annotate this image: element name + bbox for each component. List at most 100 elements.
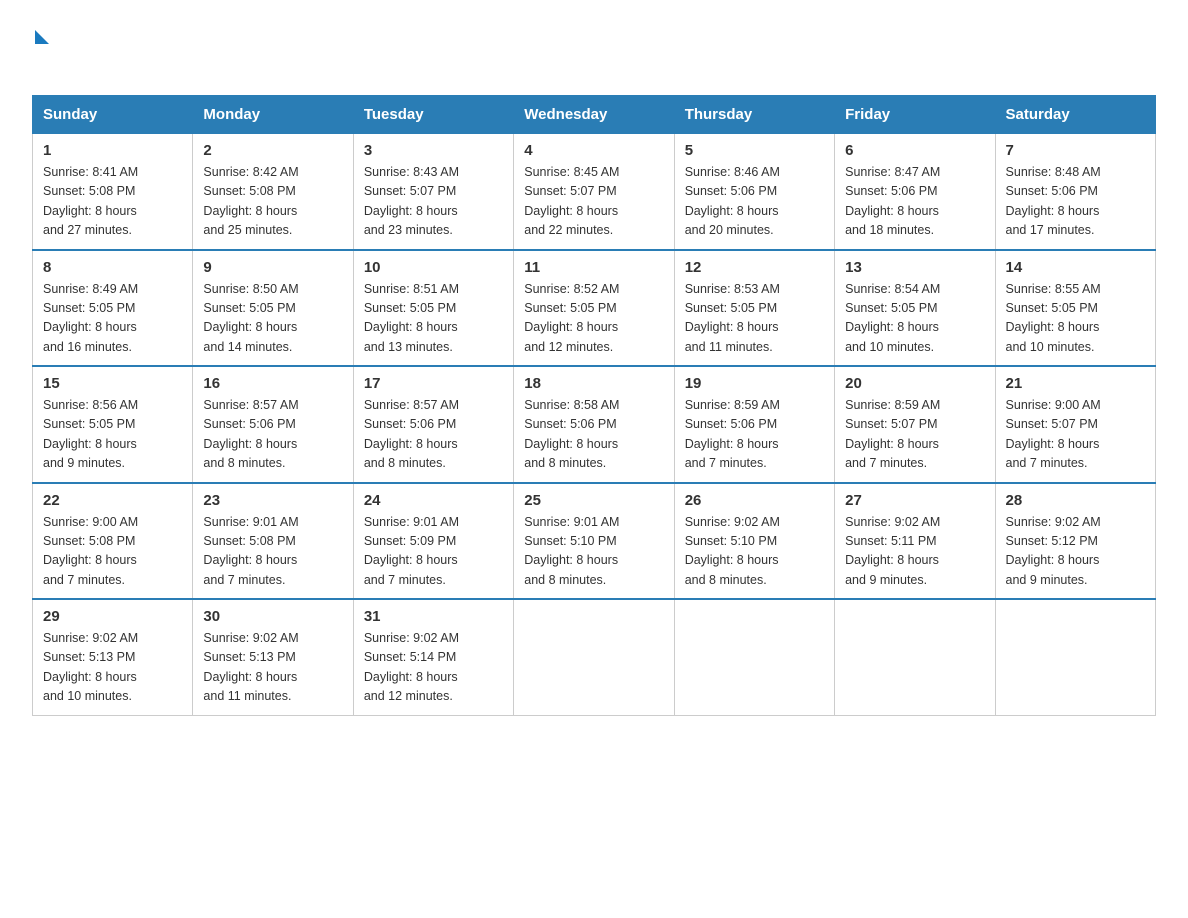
day-info: Sunrise: 8:41 AMSunset: 5:08 PMDaylight:… <box>43 165 138 237</box>
calendar-week-row: 1 Sunrise: 8:41 AMSunset: 5:08 PMDayligh… <box>33 134 1156 250</box>
calendar-cell: 4 Sunrise: 8:45 AMSunset: 5:07 PMDayligh… <box>514 134 674 250</box>
calendar-cell: 13 Sunrise: 8:54 AMSunset: 5:05 PMDaylig… <box>835 250 995 367</box>
day-info: Sunrise: 8:51 AMSunset: 5:05 PMDaylight:… <box>364 282 459 354</box>
day-info: Sunrise: 9:02 AMSunset: 5:10 PMDaylight:… <box>685 515 780 587</box>
header-friday: Friday <box>835 96 995 134</box>
day-number: 1 <box>43 142 182 159</box>
day-number: 24 <box>364 492 503 509</box>
calendar-cell: 22 Sunrise: 9:00 AMSunset: 5:08 PMDaylig… <box>33 483 193 600</box>
calendar-cell: 11 Sunrise: 8:52 AMSunset: 5:05 PMDaylig… <box>514 250 674 367</box>
calendar-cell: 19 Sunrise: 8:59 AMSunset: 5:06 PMDaylig… <box>674 366 834 483</box>
header-saturday: Saturday <box>995 96 1155 134</box>
day-info: Sunrise: 8:54 AMSunset: 5:05 PMDaylight:… <box>845 282 940 354</box>
calendar-cell: 16 Sunrise: 8:57 AMSunset: 5:06 PMDaylig… <box>193 366 353 483</box>
calendar-cell <box>674 599 834 715</box>
calendar-cell: 2 Sunrise: 8:42 AMSunset: 5:08 PMDayligh… <box>193 134 353 250</box>
day-number: 7 <box>1006 142 1145 159</box>
calendar-cell: 6 Sunrise: 8:47 AMSunset: 5:06 PMDayligh… <box>835 134 995 250</box>
day-info: Sunrise: 8:59 AMSunset: 5:06 PMDaylight:… <box>685 398 780 470</box>
calendar-cell: 15 Sunrise: 8:56 AMSunset: 5:05 PMDaylig… <box>33 366 193 483</box>
day-info: Sunrise: 9:00 AMSunset: 5:07 PMDaylight:… <box>1006 398 1101 470</box>
day-info: Sunrise: 9:02 AMSunset: 5:13 PMDaylight:… <box>203 631 298 703</box>
calendar-table: SundayMondayTuesdayWednesdayThursdayFrid… <box>32 95 1156 716</box>
logo-triangle-icon <box>35 30 49 44</box>
day-number: 17 <box>364 375 503 392</box>
day-number: 8 <box>43 259 182 276</box>
day-number: 9 <box>203 259 342 276</box>
calendar-cell: 25 Sunrise: 9:01 AMSunset: 5:10 PMDaylig… <box>514 483 674 600</box>
day-number: 12 <box>685 259 824 276</box>
calendar-cell: 8 Sunrise: 8:49 AMSunset: 5:05 PMDayligh… <box>33 250 193 367</box>
calendar-cell: 18 Sunrise: 8:58 AMSunset: 5:06 PMDaylig… <box>514 366 674 483</box>
calendar-cell <box>835 599 995 715</box>
day-number: 13 <box>845 259 984 276</box>
header-monday: Monday <box>193 96 353 134</box>
day-number: 3 <box>364 142 503 159</box>
calendar-cell <box>514 599 674 715</box>
page-header <box>32 24 1156 75</box>
header-wednesday: Wednesday <box>514 96 674 134</box>
calendar-week-row: 22 Sunrise: 9:00 AMSunset: 5:08 PMDaylig… <box>33 483 1156 600</box>
day-info: Sunrise: 9:02 AMSunset: 5:14 PMDaylight:… <box>364 631 459 703</box>
day-info: Sunrise: 8:58 AMSunset: 5:06 PMDaylight:… <box>524 398 619 470</box>
day-info: Sunrise: 8:59 AMSunset: 5:07 PMDaylight:… <box>845 398 940 470</box>
day-info: Sunrise: 8:47 AMSunset: 5:06 PMDaylight:… <box>845 165 940 237</box>
calendar-week-row: 8 Sunrise: 8:49 AMSunset: 5:05 PMDayligh… <box>33 250 1156 367</box>
day-info: Sunrise: 8:46 AMSunset: 5:06 PMDaylight:… <box>685 165 780 237</box>
calendar-week-row: 15 Sunrise: 8:56 AMSunset: 5:05 PMDaylig… <box>33 366 1156 483</box>
calendar-cell: 14 Sunrise: 8:55 AMSunset: 5:05 PMDaylig… <box>995 250 1155 367</box>
calendar-cell: 20 Sunrise: 8:59 AMSunset: 5:07 PMDaylig… <box>835 366 995 483</box>
day-number: 4 <box>524 142 663 159</box>
day-number: 2 <box>203 142 342 159</box>
calendar-cell: 5 Sunrise: 8:46 AMSunset: 5:06 PMDayligh… <box>674 134 834 250</box>
day-info: Sunrise: 8:56 AMSunset: 5:05 PMDaylight:… <box>43 398 138 470</box>
day-info: Sunrise: 9:00 AMSunset: 5:08 PMDaylight:… <box>43 515 138 587</box>
day-info: Sunrise: 8:42 AMSunset: 5:08 PMDaylight:… <box>203 165 298 237</box>
calendar-cell: 7 Sunrise: 8:48 AMSunset: 5:06 PMDayligh… <box>995 134 1155 250</box>
day-info: Sunrise: 9:01 AMSunset: 5:09 PMDaylight:… <box>364 515 459 587</box>
day-info: Sunrise: 8:55 AMSunset: 5:05 PMDaylight:… <box>1006 282 1101 354</box>
day-info: Sunrise: 9:01 AMSunset: 5:08 PMDaylight:… <box>203 515 298 587</box>
day-info: Sunrise: 9:02 AMSunset: 5:12 PMDaylight:… <box>1006 515 1101 587</box>
calendar-cell: 17 Sunrise: 8:57 AMSunset: 5:06 PMDaylig… <box>353 366 513 483</box>
day-number: 31 <box>364 608 503 625</box>
day-number: 5 <box>685 142 824 159</box>
day-info: Sunrise: 8:53 AMSunset: 5:05 PMDaylight:… <box>685 282 780 354</box>
day-number: 26 <box>685 492 824 509</box>
day-number: 29 <box>43 608 182 625</box>
day-number: 10 <box>364 259 503 276</box>
header-thursday: Thursday <box>674 96 834 134</box>
calendar-cell: 12 Sunrise: 8:53 AMSunset: 5:05 PMDaylig… <box>674 250 834 367</box>
day-number: 22 <box>43 492 182 509</box>
day-number: 20 <box>845 375 984 392</box>
calendar-cell: 1 Sunrise: 8:41 AMSunset: 5:08 PMDayligh… <box>33 134 193 250</box>
header-tuesday: Tuesday <box>353 96 513 134</box>
day-info: Sunrise: 8:57 AMSunset: 5:06 PMDaylight:… <box>203 398 298 470</box>
day-info: Sunrise: 8:50 AMSunset: 5:05 PMDaylight:… <box>203 282 298 354</box>
calendar-cell: 27 Sunrise: 9:02 AMSunset: 5:11 PMDaylig… <box>835 483 995 600</box>
day-number: 18 <box>524 375 663 392</box>
day-number: 15 <box>43 375 182 392</box>
calendar-cell: 21 Sunrise: 9:00 AMSunset: 5:07 PMDaylig… <box>995 366 1155 483</box>
calendar-cell <box>995 599 1155 715</box>
day-number: 16 <box>203 375 342 392</box>
day-info: Sunrise: 8:49 AMSunset: 5:05 PMDaylight:… <box>43 282 138 354</box>
day-info: Sunrise: 8:57 AMSunset: 5:06 PMDaylight:… <box>364 398 459 470</box>
calendar-week-row: 29 Sunrise: 9:02 AMSunset: 5:13 PMDaylig… <box>33 599 1156 715</box>
day-info: Sunrise: 9:02 AMSunset: 5:11 PMDaylight:… <box>845 515 940 587</box>
day-info: Sunrise: 8:45 AMSunset: 5:07 PMDaylight:… <box>524 165 619 237</box>
calendar-cell: 29 Sunrise: 9:02 AMSunset: 5:13 PMDaylig… <box>33 599 193 715</box>
calendar-cell: 31 Sunrise: 9:02 AMSunset: 5:14 PMDaylig… <box>353 599 513 715</box>
day-number: 14 <box>1006 259 1145 276</box>
calendar-cell: 23 Sunrise: 9:01 AMSunset: 5:08 PMDaylig… <box>193 483 353 600</box>
calendar-header-row: SundayMondayTuesdayWednesdayThursdayFrid… <box>33 96 1156 134</box>
day-info: Sunrise: 8:48 AMSunset: 5:06 PMDaylight:… <box>1006 165 1101 237</box>
calendar-cell: 28 Sunrise: 9:02 AMSunset: 5:12 PMDaylig… <box>995 483 1155 600</box>
day-number: 21 <box>1006 375 1145 392</box>
day-number: 11 <box>524 259 663 276</box>
day-info: Sunrise: 8:43 AMSunset: 5:07 PMDaylight:… <box>364 165 459 237</box>
header-sunday: Sunday <box>33 96 193 134</box>
day-info: Sunrise: 9:01 AMSunset: 5:10 PMDaylight:… <box>524 515 619 587</box>
calendar-cell: 9 Sunrise: 8:50 AMSunset: 5:05 PMDayligh… <box>193 250 353 367</box>
day-number: 27 <box>845 492 984 509</box>
